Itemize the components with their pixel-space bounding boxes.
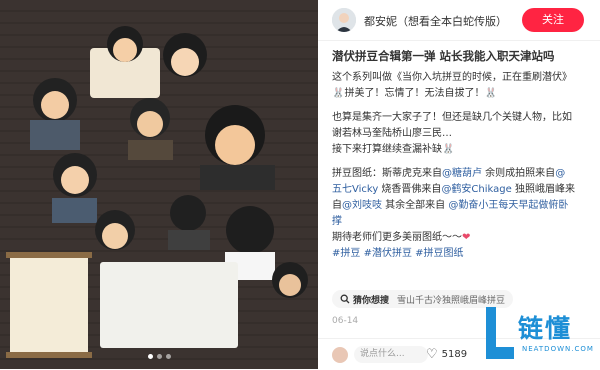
comment-input[interactable]: 说点什么... — [354, 346, 428, 363]
current-user-avatar — [332, 347, 348, 363]
avatar[interactable] — [332, 8, 356, 32]
like-button[interactable]: ♡ 5189 — [426, 347, 467, 362]
bead-figure-4 — [128, 98, 173, 160]
bead-figure-10 — [272, 262, 308, 298]
post-line: 🐰拼美了！忘情了！无法自拔了！🐰 — [332, 88, 497, 99]
mention-link[interactable]: @刘吱吱 — [342, 200, 382, 211]
pager-dot[interactable] — [147, 354, 153, 359]
like-count: 5189 — [441, 349, 468, 360]
bead-figure-6 — [52, 153, 97, 223]
credits-text: 拼豆图纸：斯蒂虎克来自 — [332, 168, 442, 179]
credits-line: 撑 — [332, 214, 590, 230]
credits-text: 余则成拍照来自 — [482, 168, 556, 179]
credits-line: 五七Vicky 烧香晋佛来自@鹤安Chikage 独照峨眉峰来 — [332, 182, 590, 198]
calligraphy-plate — [100, 262, 238, 348]
post-line: 谢若林马奎陆桥山廖三民… — [332, 128, 452, 139]
post-line: 也算是集齐一大家子了！但还是缺几个关键人物，比如 — [332, 112, 572, 123]
credits-line: 自@刘吱吱 其余全部来自 @勤奋小王每天早起做俯卧 — [332, 198, 590, 214]
hashtag-link[interactable]: #潜伏拼豆 — [364, 248, 412, 259]
post-line: 接下来打算继续查漏补缺🐰 — [332, 144, 455, 155]
thanks-text: 期待老师们更多美丽图纸～～ — [332, 232, 462, 243]
avatar-image — [332, 8, 356, 32]
watermark-text: 链懂 — [518, 314, 573, 343]
post-line: 这个系列叫做《当你入坑拼豆的时候，正在重刷潜伏》 — [332, 72, 572, 83]
post-date: 06-14 — [332, 316, 359, 326]
heart-icon: ❤ — [462, 232, 471, 243]
credits-text: 独照峨眉峰来 — [511, 184, 575, 195]
bead-figure-2 — [163, 33, 207, 77]
post-header: 都安妮（想看全本白蛇传版） 关注 — [318, 0, 600, 41]
hashtag-link[interactable]: #拼豆图纸 — [415, 248, 463, 259]
scroll-art — [6, 252, 92, 358]
mention-link[interactable]: 五七Vicky — [332, 184, 378, 195]
mention-link[interactable]: @鹤安Chikage — [441, 184, 511, 195]
watermark-subtext: NEATDOWN.COM — [522, 345, 594, 353]
related-search-label: 猜你想搜 — [353, 295, 390, 306]
mention-link[interactable]: @ — [555, 168, 565, 179]
bead-figure-9 — [95, 210, 135, 250]
pager-dot[interactable] — [165, 354, 171, 359]
post-title: 潜伏拼豆合辑第一弹 站长我能入职天津站吗 — [332, 49, 555, 63]
post-content: 潜伏拼豆合辑第一弹 站长我能入职天津站吗 这个系列叫做《当你入坑拼豆的时候，正在… — [332, 48, 590, 262]
mention-link[interactable]: @糖葫卢 — [442, 168, 482, 179]
mention-link[interactable]: 撑 — [332, 216, 342, 227]
credits-text: 其余全部来自 — [382, 200, 449, 211]
credits-line: 拼豆图纸：斯蒂虎克来自@糖葫卢 余则成拍照来自@ — [332, 166, 590, 182]
heart-outline-icon: ♡ — [426, 347, 438, 362]
tag-list: #拼豆 #潜伏拼豆 #拼豆图纸 — [332, 246, 590, 262]
mention-link[interactable]: @勤奋小王每天早起做俯卧 — [448, 200, 568, 211]
perler-bead-photo — [0, 0, 318, 369]
follow-button[interactable]: 关注 — [522, 8, 584, 32]
credits-text: 烧香晋佛来自 — [378, 184, 442, 195]
search-icon — [340, 294, 350, 304]
username[interactable]: 都安妮（想看全本白蛇传版） — [364, 13, 507, 29]
post-panel: 都安妮（想看全本白蛇传版） 关注 潜伏拼豆合辑第一弹 站长我能入职天津站吗 这个… — [318, 0, 600, 369]
image-pager[interactable] — [0, 344, 318, 363]
pager-dot[interactable] — [156, 354, 162, 359]
post-image[interactable] — [0, 0, 318, 369]
watermark: 链懂 NEATDOWN.COM — [478, 301, 596, 367]
watermark-logo-icon — [486, 307, 514, 359]
credits-text: 自 — [332, 200, 342, 211]
hashtag-link[interactable]: #拼豆 — [332, 248, 360, 259]
thanks-line: 期待老师们更多美丽图纸～～❤ — [332, 230, 590, 246]
